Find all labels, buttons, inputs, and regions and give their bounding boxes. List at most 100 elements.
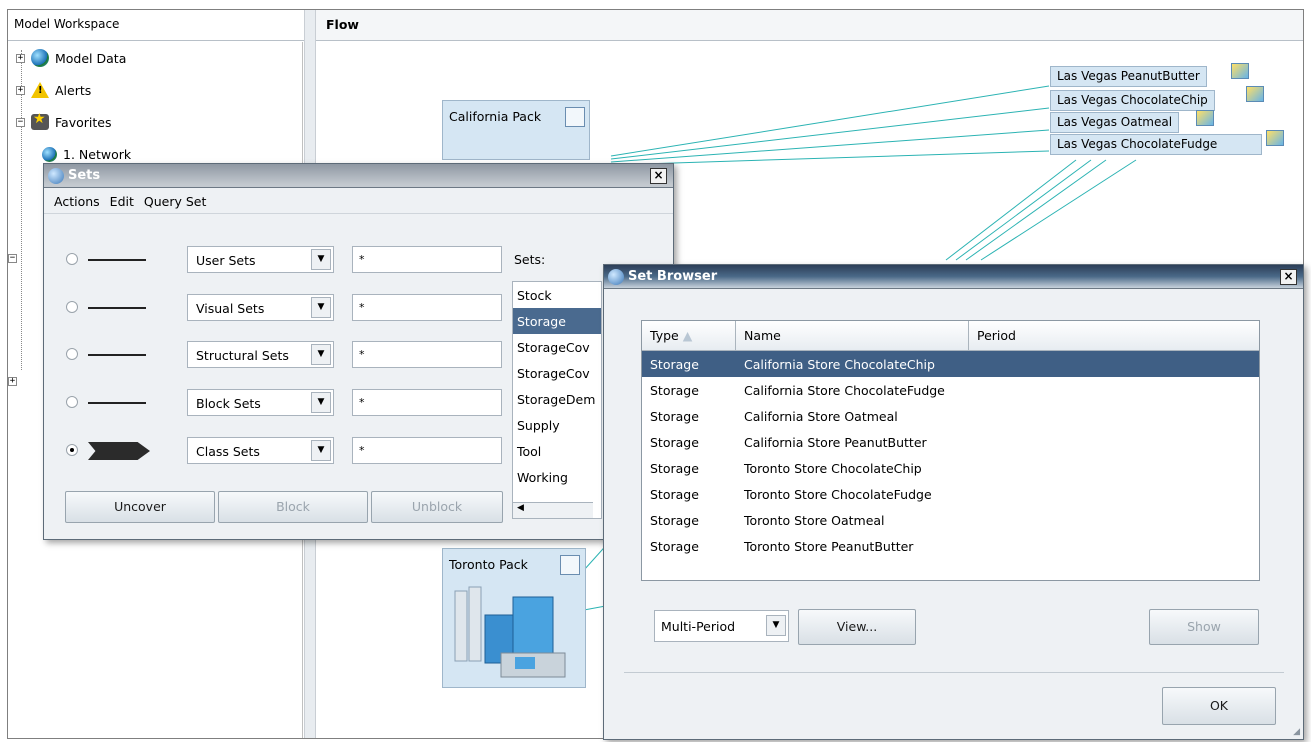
store-node[interactable]: Las Vegas ChocolateChip <box>1050 90 1215 111</box>
app-icon <box>48 167 64 184</box>
set-type-select[interactable]: Block Sets ▼ <box>187 389 334 416</box>
set-filter-input[interactable]: * <box>352 294 502 321</box>
close-button[interactable]: × <box>650 167 667 184</box>
table-row[interactable]: Storage Toronto Store ChocolateChip <box>642 455 1259 481</box>
tree-item-network[interactable]: 1. Network <box>42 143 131 165</box>
menu-query-set[interactable]: Query Set <box>144 194 207 209</box>
workspace-title: Model Workspace <box>8 10 310 41</box>
list-item[interactable]: StorageCov <box>513 334 601 360</box>
column-header-period[interactable]: Period <box>969 321 1259 350</box>
set-radio[interactable] <box>66 348 78 360</box>
list-item-selected[interactable]: Storage <box>513 308 601 334</box>
toronto-pack-node[interactable]: Toronto Pack <box>442 548 586 688</box>
cell-type: Storage <box>650 357 699 372</box>
uncover-button[interactable]: Uncover <box>65 491 215 523</box>
cell-period <box>969 429 1259 455</box>
sets-list[interactable]: Stock Storage StorageCov StorageCov Stor… <box>512 281 602 519</box>
resize-grip-icon[interactable]: ◢ <box>1293 727 1300 737</box>
set-radio[interactable] <box>66 301 78 313</box>
tree-item-model-data[interactable]: + Model Data <box>16 47 126 69</box>
california-pack-node[interactable]: California Pack <box>442 100 590 160</box>
table-row[interactable]: Storage California Store PeanutButter <box>642 429 1259 455</box>
divider <box>624 672 1284 673</box>
period-mode-select[interactable]: Multi-Period ▼ <box>654 610 789 642</box>
collapse-icon[interactable]: − <box>16 117 25 127</box>
menu-actions[interactable]: Actions <box>54 194 100 209</box>
set-type-select[interactable]: Structural Sets ▼ <box>187 341 334 368</box>
set-filter-input[interactable]: * <box>352 389 502 416</box>
table-row-selected[interactable]: Storage California Store ChocolateChip <box>642 351 1259 377</box>
list-item[interactable]: Working <box>513 464 601 490</box>
table-row[interactable]: Storage Toronto Store Oatmeal <box>642 507 1259 533</box>
table-row[interactable]: Storage California Store ChocolateFudge <box>642 377 1259 403</box>
chevron-down-icon[interactable]: ▼ <box>311 344 331 365</box>
set-radio[interactable] <box>66 253 78 265</box>
dialog-title: Set Browser <box>628 269 718 284</box>
collapse-icon[interactable]: − <box>8 253 17 263</box>
set-type-select[interactable]: Class Sets ▼ <box>187 437 334 464</box>
chevron-down-icon[interactable]: ▼ <box>311 297 331 318</box>
set-radio-selected[interactable] <box>66 444 78 456</box>
set-type-select[interactable]: Visual Sets ▼ <box>187 294 334 321</box>
select-value: Structural Sets <box>196 348 289 363</box>
flow-link <box>610 107 1050 160</box>
set-filter-input[interactable]: * <box>352 246 502 273</box>
sets-titlebar[interactable]: Sets × <box>44 164 673 188</box>
list-item[interactable]: StorageDem <box>513 386 601 412</box>
node-group-icon[interactable] <box>560 555 580 575</box>
expand-icon[interactable]: + <box>8 376 17 386</box>
set-filter-input[interactable]: * <box>352 437 502 464</box>
cell-name: Toronto Store ChocolateFudge <box>744 487 932 502</box>
view-button[interactable]: View... <box>798 609 916 645</box>
block-button[interactable]: Block <box>218 491 368 523</box>
store-node[interactable]: Las Vegas PeanutButter <box>1050 66 1207 87</box>
sets-dialog[interactable]: Sets × Actions Edit Query Set Sets: User… <box>43 163 674 540</box>
close-button[interactable]: × <box>1280 268 1297 285</box>
ok-button[interactable]: OK <box>1162 687 1276 725</box>
set-filter-input[interactable]: * <box>352 341 502 368</box>
table-row[interactable]: Storage Toronto Store PeanutButter <box>642 533 1259 559</box>
table-row[interactable]: Storage California Store Oatmeal <box>642 403 1259 429</box>
globe-icon <box>31 49 49 67</box>
show-button[interactable]: Show <box>1149 609 1259 645</box>
cell-period <box>969 507 1259 533</box>
cell-type: Storage <box>650 461 699 476</box>
expand-icon[interactable]: + <box>16 85 25 95</box>
table-row[interactable]: Storage Toronto Store ChocolateFudge <box>642 481 1259 507</box>
sets-table[interactable]: Type ▲ Name Period Storage California St… <box>641 320 1260 581</box>
list-item[interactable]: StorageCov <box>513 360 601 386</box>
horizontal-scrollbar[interactable]: ◀ <box>513 502 593 518</box>
list-item[interactable]: Stock <box>513 282 601 308</box>
sets-list-label: Sets: <box>514 252 546 267</box>
list-item[interactable]: Tool <box>513 438 601 464</box>
cell-name: California Store ChocolateChip <box>744 357 935 372</box>
menu-edit[interactable]: Edit <box>110 194 134 209</box>
line-style-sample <box>88 402 146 404</box>
set-browser-titlebar[interactable]: Set Browser × <box>604 265 1303 289</box>
chevron-down-icon[interactable]: ▼ <box>766 615 786 636</box>
set-type-select[interactable]: User Sets ▼ <box>187 246 334 273</box>
node-group-icon[interactable] <box>565 107 585 127</box>
chevron-down-icon[interactable]: ▼ <box>311 249 331 270</box>
select-value: Class Sets <box>196 444 260 459</box>
expand-icon[interactable]: + <box>16 53 25 63</box>
set-browser-dialog[interactable]: Set Browser × Type ▲ Name Period Storage… <box>603 264 1304 740</box>
cell-period <box>969 481 1259 507</box>
column-header-name[interactable]: Name <box>736 321 969 350</box>
chevron-down-icon[interactable]: ▼ <box>311 440 331 461</box>
tree-expand-node[interactable]: + <box>8 370 17 392</box>
chevron-down-icon[interactable]: ▼ <box>311 392 331 413</box>
set-radio[interactable] <box>66 396 78 408</box>
store-node[interactable]: Las Vegas ChocolateFudge <box>1050 134 1262 155</box>
cell-type: Storage <box>650 487 699 502</box>
tree-item-alerts[interactable]: + ! Alerts <box>16 79 91 101</box>
set-row-structural: Structural Sets ▼ * <box>44 340 514 370</box>
store-node[interactable]: Las Vegas Oatmeal <box>1050 112 1180 133</box>
column-header-type[interactable]: Type ▲ <box>642 321 736 350</box>
tree-item-favorites[interactable]: − Favorites <box>16 111 111 133</box>
unblock-button[interactable]: Unblock <box>371 491 503 523</box>
list-item[interactable]: Supply <box>513 412 601 438</box>
tree-collapse-node[interactable]: − <box>8 247 17 269</box>
sort-ascending-icon[interactable]: ▲ <box>683 328 693 343</box>
store-cube-icon <box>1246 86 1264 102</box>
